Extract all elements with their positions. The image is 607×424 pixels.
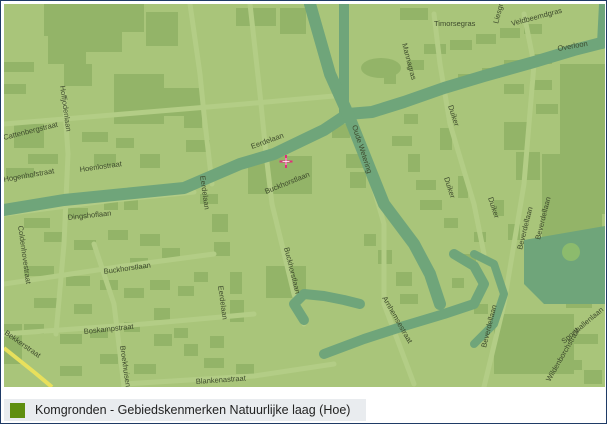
pond-island xyxy=(562,243,580,261)
map-canvas[interactable]: Timorsegras Liesgras Veldbeemdgras Overl… xyxy=(4,4,605,387)
map-legend: Komgronden - Gebiedskenmerken Natuurlijk… xyxy=(4,399,366,421)
legend-label: Komgronden - Gebiedskenmerken Natuurlijk… xyxy=(35,403,351,417)
street-label: Timorsegras xyxy=(434,19,476,28)
map-svg[interactable]: Timorsegras Liesgras Veldbeemdgras Overl… xyxy=(4,4,605,387)
legend-swatch xyxy=(10,402,25,418)
map-window: Timorsegras Liesgras Veldbeemdgras Overl… xyxy=(0,0,607,424)
round-building xyxy=(361,58,401,78)
